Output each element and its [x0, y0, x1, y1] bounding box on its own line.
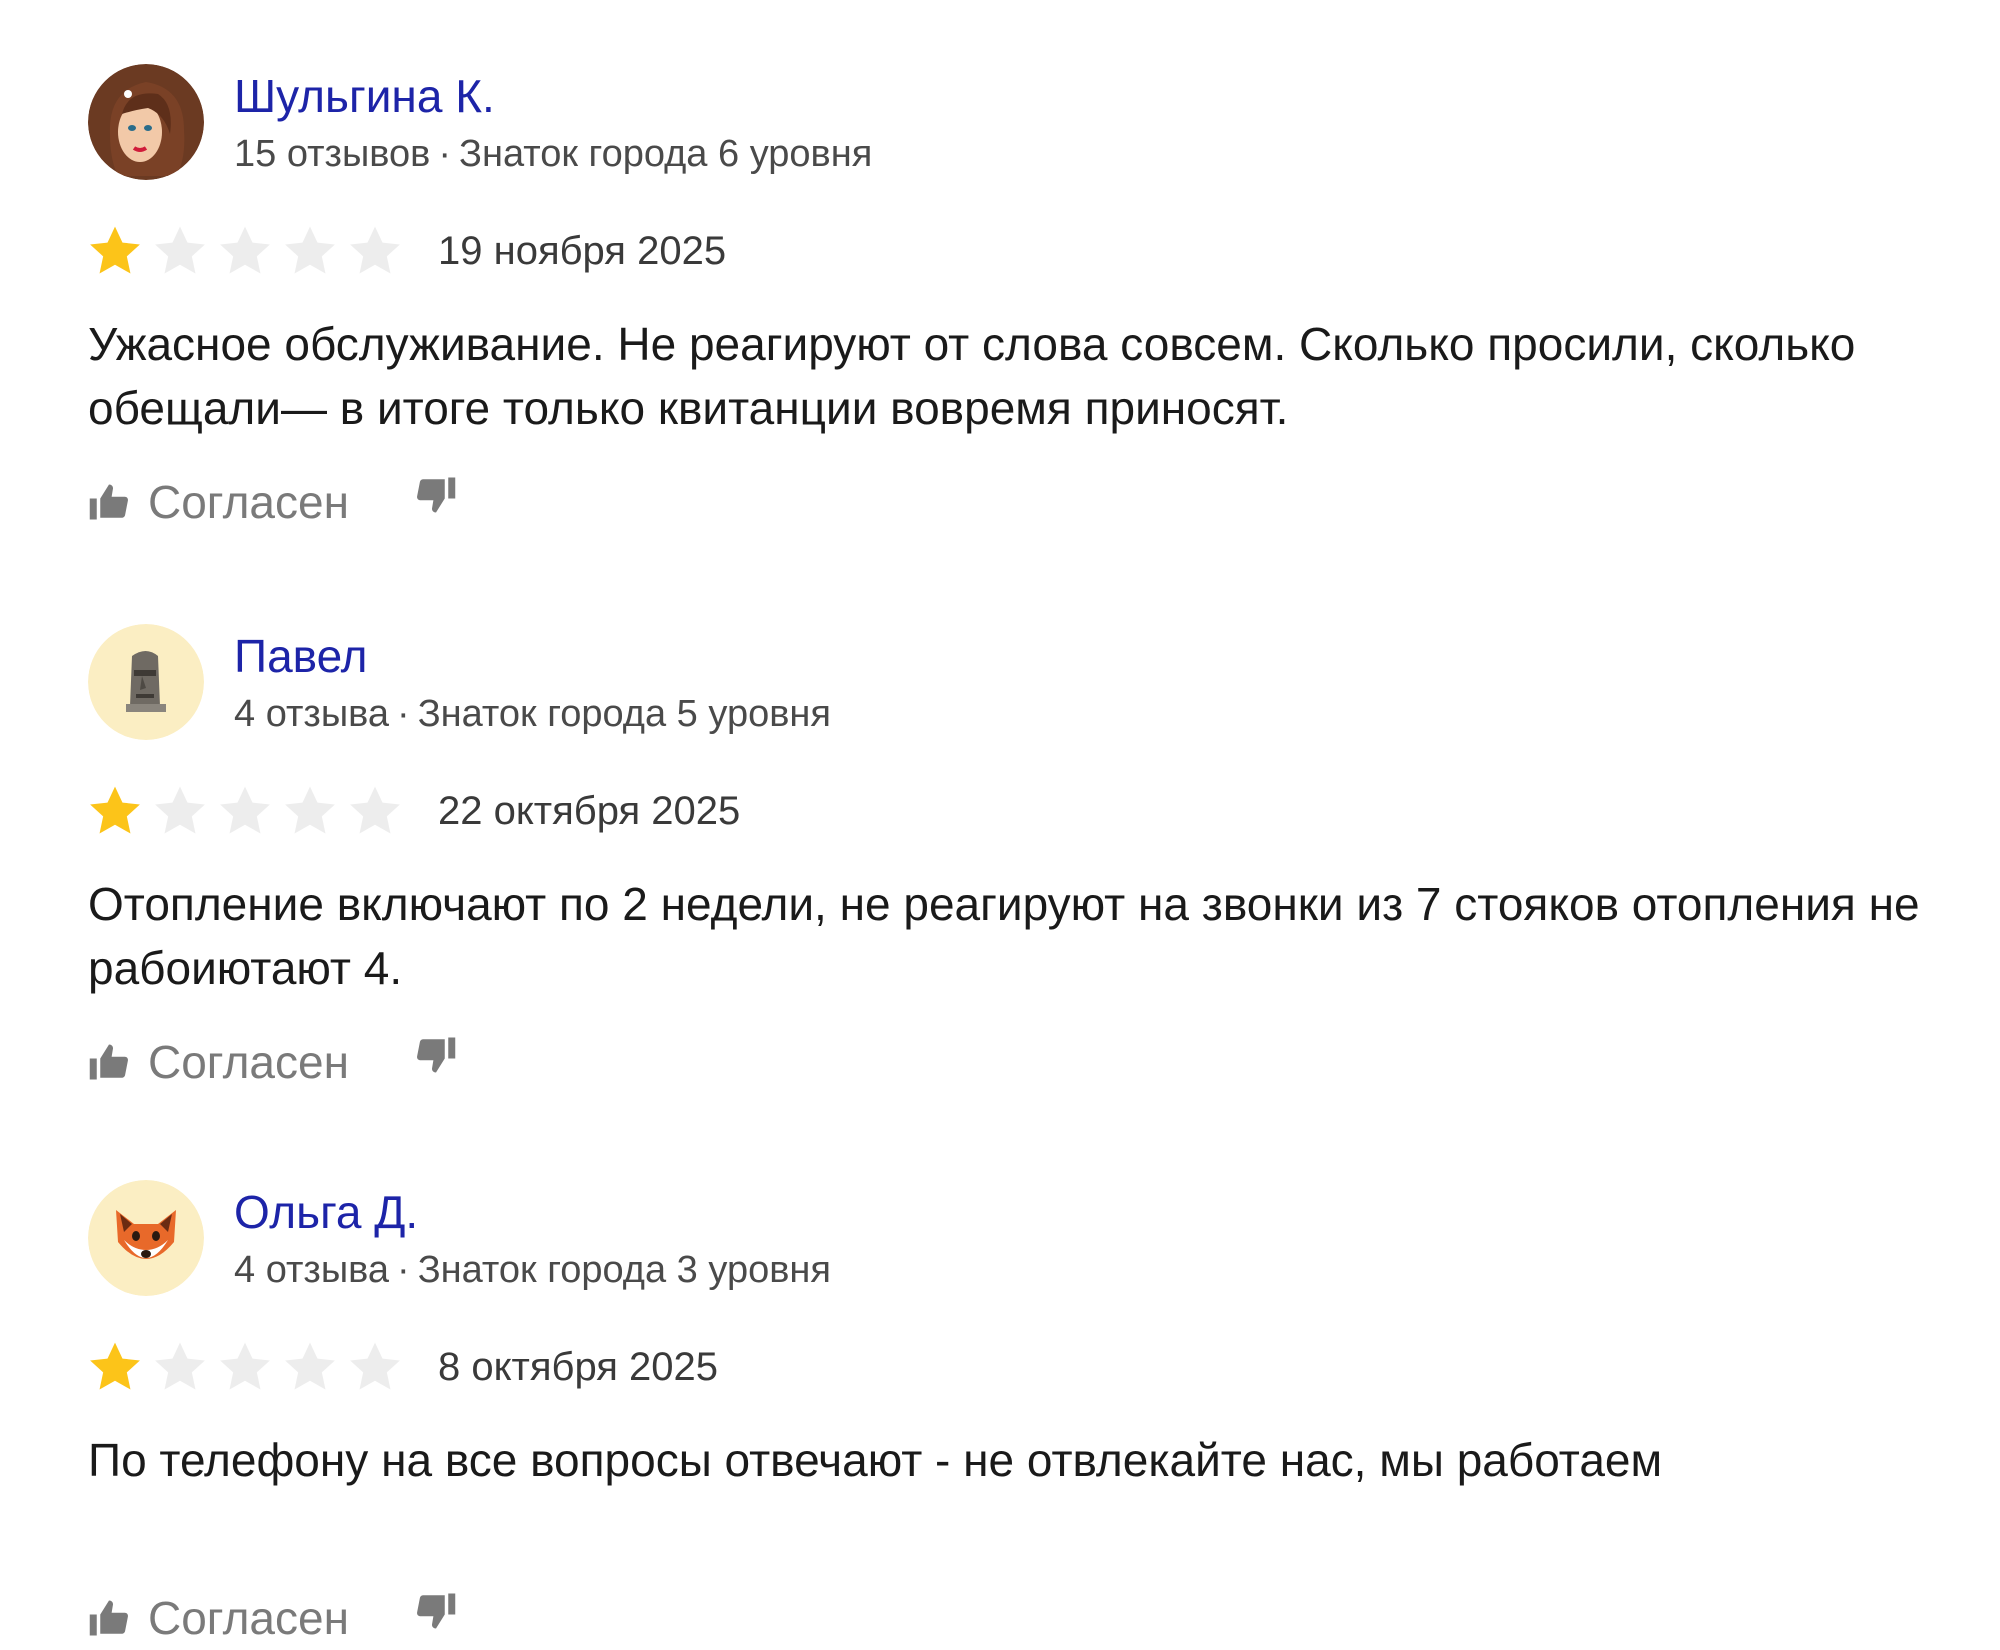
review-date: 8 октября 2025 — [438, 1345, 718, 1389]
review-actions: Согласен — [88, 1030, 457, 1094]
review-text: Ужасное обслуживание. Не реагируют от сл… — [88, 318, 1856, 434]
star-empty-icon — [350, 1342, 400, 1390]
agree-button[interactable]: Согласен — [88, 1032, 349, 1092]
meta-separator: · — [438, 133, 452, 175]
thumb-down-icon — [415, 1590, 457, 1632]
star-filled-icon — [90, 786, 140, 834]
dislike-button[interactable] — [415, 1590, 457, 1632]
agree-label: Согласен — [148, 1036, 349, 1088]
woman-avatar-icon[interactable] — [88, 64, 204, 180]
thumb-up-icon — [88, 1597, 130, 1639]
review-card: Шульгина К. 15 отзывов · Знаток города 6 у… — [0, 0, 2000, 528]
reviews-count: 4 отзыва — [234, 693, 390, 735]
author-meta: 4 отзыва · Знаток города 3 уровня — [234, 1246, 831, 1294]
author-name[interactable]: Павел — [234, 628, 367, 684]
meta-separator: · — [397, 693, 410, 735]
thumb-down-icon — [415, 1034, 457, 1076]
author-meta: 4 отзыва · Знаток города 5 уровня — [234, 690, 831, 738]
author-meta: 15 отзывов · Знаток города 6 уровня — [234, 130, 872, 178]
expert-level: Знаток города 3 уровня — [417, 1249, 831, 1291]
rating-stars — [86, 782, 411, 842]
star-empty-icon — [155, 1342, 205, 1390]
star-empty-icon — [155, 786, 205, 834]
star-empty-icon — [350, 226, 400, 274]
star-empty-icon — [285, 226, 335, 274]
review-date: 19 ноября 2025 — [438, 229, 727, 273]
rating-stars — [86, 222, 411, 282]
expert-level: Знаток города 6 уровня — [459, 133, 873, 175]
meta-separator: · — [397, 1249, 410, 1291]
expert-level: Знаток города 5 уровня — [417, 693, 831, 735]
review-card: Ольга Д. 4 отзыва · Знаток города 3 уровня… — [0, 1116, 2000, 1644]
star-empty-icon — [220, 226, 270, 274]
star-filled-icon — [90, 1342, 140, 1390]
reviews-count: 15 отзывов — [234, 133, 431, 175]
star-empty-icon — [220, 1342, 270, 1390]
agree-label: Согласен — [148, 1592, 349, 1644]
star-empty-icon — [155, 226, 205, 274]
review-actions: Согласен — [88, 470, 457, 534]
dislike-button[interactable] — [415, 1034, 457, 1076]
review-text: Отопление включают по 2 недели, не реаги… — [88, 878, 1920, 994]
thumb-up-icon — [88, 1041, 130, 1083]
author-name[interactable]: Шульгина К. — [234, 68, 495, 124]
review-text: По телефону на все вопросы отвечают - не… — [88, 1434, 1663, 1486]
star-empty-icon — [285, 1342, 335, 1390]
fox-avatar-icon[interactable] — [88, 1180, 204, 1296]
star-empty-icon — [220, 786, 270, 834]
agree-button[interactable]: Согласен — [88, 1588, 349, 1648]
thumb-down-icon — [415, 474, 457, 516]
dislike-button[interactable] — [415, 474, 457, 516]
review-card: Павел 4 отзыва · Знаток города 5 уровня 22… — [0, 560, 2000, 1088]
agree-button[interactable]: Согласен — [88, 472, 349, 532]
thumb-up-icon — [88, 481, 130, 523]
reviews-count: 4 отзыва — [234, 1249, 390, 1291]
review-date: 22 октября 2025 — [438, 789, 741, 833]
rating-stars — [86, 1338, 411, 1398]
star-empty-icon — [285, 786, 335, 834]
review-actions: Согласен — [88, 1586, 457, 1650]
agree-label: Согласен — [148, 476, 349, 528]
author-name[interactable]: Ольга Д. — [234, 1184, 418, 1240]
star-empty-icon — [350, 786, 400, 834]
star-filled-icon — [90, 226, 140, 274]
moai-statue-avatar-icon[interactable] — [88, 624, 204, 740]
